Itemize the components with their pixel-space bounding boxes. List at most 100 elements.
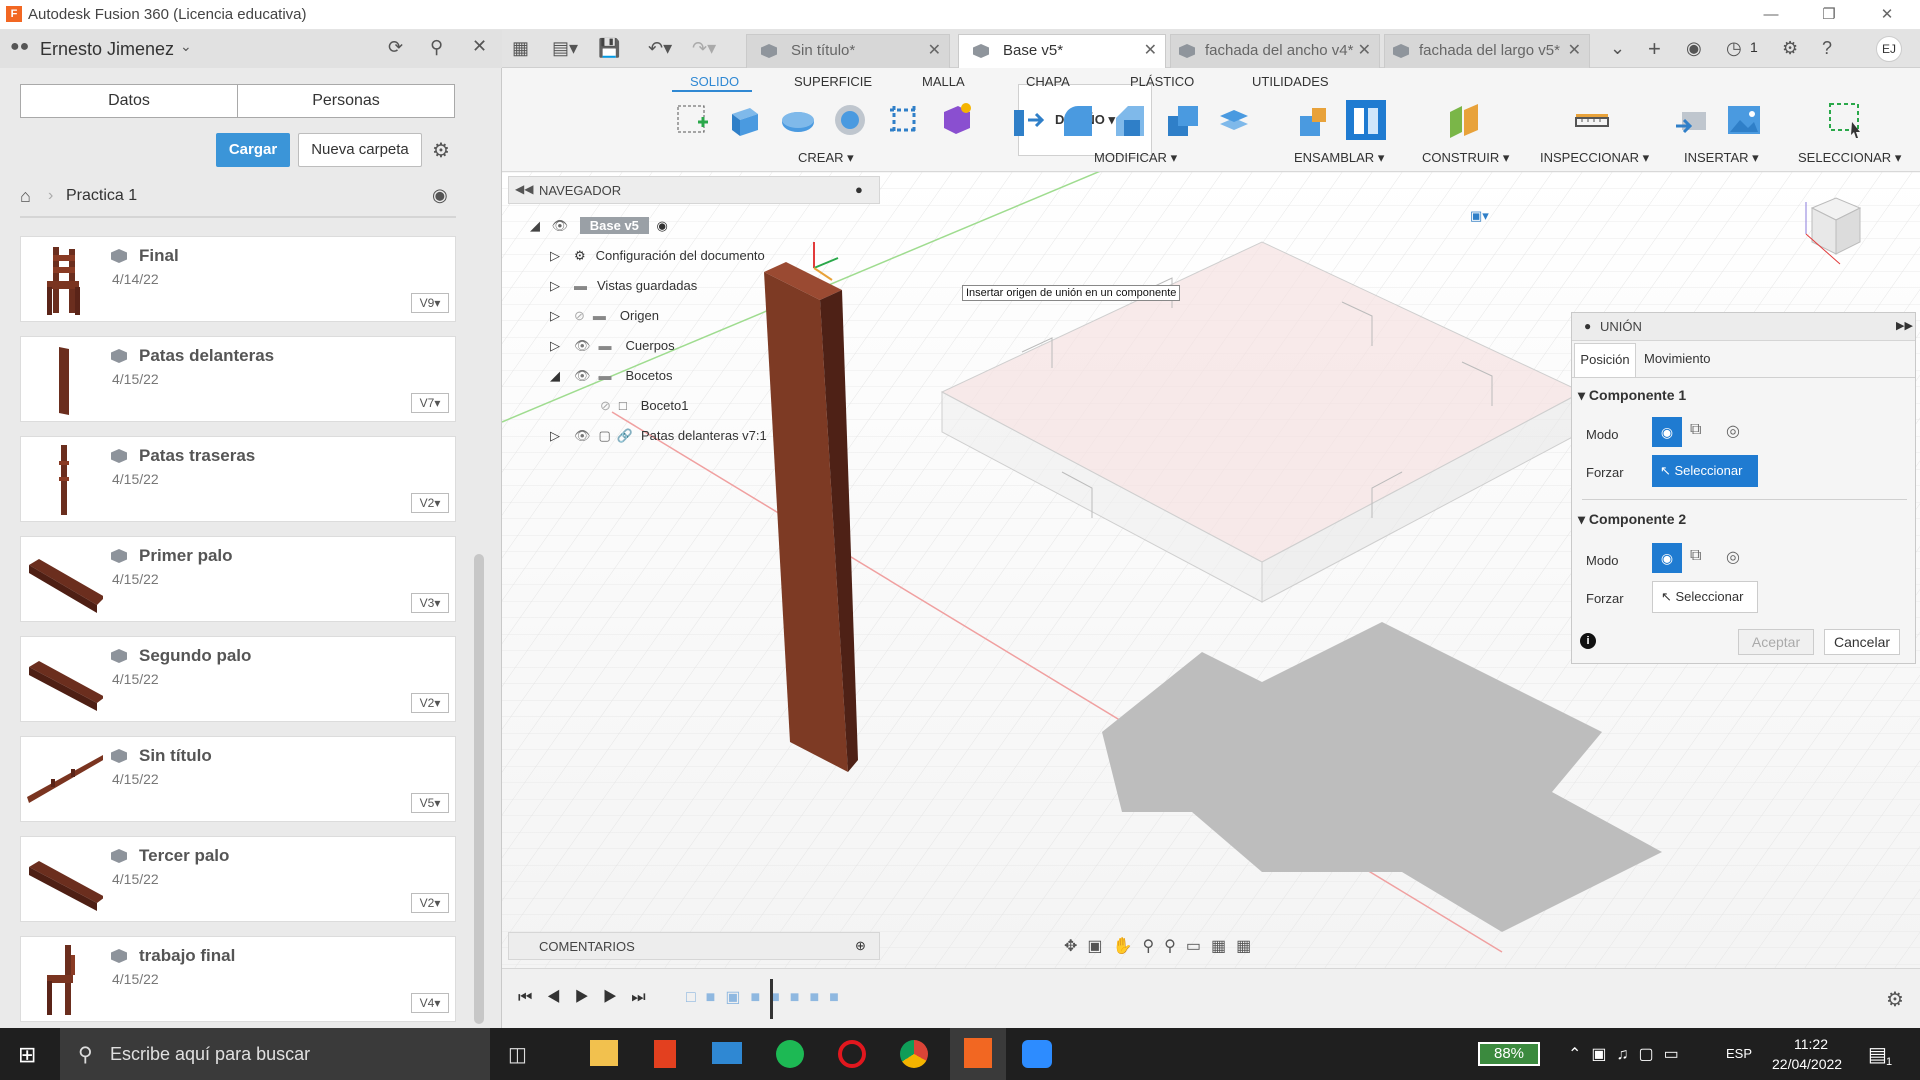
navigator-options-icon[interactable]: ● [855,182,863,197]
file-card-sin-titulo[interactable]: Sin título 4/15/22 V5▾ [20,736,456,822]
tab-posicion[interactable]: Posición [1574,343,1636,377]
group-ensamblar[interactable]: ENSAMBLAR ▾ [1294,150,1384,166]
mode-between-icon[interactable]: ⧉ [1690,421,1701,439]
tab-plastico[interactable]: PLÁSTICO [1130,74,1194,89]
group-inspeccionar[interactable]: INSPECCIONAR ▾ [1540,150,1649,166]
zoom-app-icon[interactable] [1022,1040,1052,1068]
tab-utilidades[interactable]: UTILIDADES [1252,74,1329,89]
fillet-icon[interactable] [1058,100,1098,140]
viewports-icon[interactable]: ▦ [1236,938,1261,955]
mail-icon[interactable] [712,1042,742,1064]
version-dropdown[interactable]: V7▾ [411,393,449,413]
navigator-panel-header[interactable]: ◀◀ NAVEGADOR ● [508,176,880,204]
upload-button[interactable]: Cargar [216,133,290,167]
close-window-button[interactable]: ✕ [1858,0,1916,30]
eye-icon[interactable]: 👁 [574,368,591,383]
chamfer-icon[interactable] [1110,100,1150,140]
chrome-icon[interactable] [900,1040,928,1068]
group-modificar[interactable]: MODIFICAR ▾ [1094,150,1177,166]
look-at-icon[interactable]: ▣ [1087,938,1112,955]
tree-item-vistas[interactable]: ▷ ▬ Vistas guardadas [550,272,697,300]
group-construir[interactable]: CONSTRUIR ▾ [1422,150,1509,166]
tab-overflow-icon[interactable]: ⌄ [1610,38,1625,59]
cancel-button[interactable]: Cancelar [1824,629,1900,655]
bell-icon[interactable]: ⚙ [1782,38,1798,59]
eye-hidden-icon[interactable]: ⊘ [600,398,611,413]
tab-chapa[interactable]: CHAPA [1026,74,1070,89]
joint-icon[interactable] [1346,100,1386,140]
version-dropdown[interactable]: V9▾ [411,293,449,313]
tab-fachada-del-largo[interactable]: fachada del largo v5* ✕ [1384,34,1590,68]
expand-arrow-icon[interactable]: ▷ [550,308,560,323]
battery-indicator[interactable]: 88% [1478,1042,1540,1066]
file-explorer-icon[interactable] [590,1040,618,1066]
home-icon[interactable]: ⌂ [20,186,31,207]
file-card-patas-traseras[interactable]: Patas traseras 4/15/22 V2▾ [20,436,456,522]
version-dropdown[interactable]: V5▾ [411,793,449,813]
timeline-settings-icon[interactable]: ⚙ [1886,987,1904,1012]
tree-item-boceto1[interactable]: ⊘ □ Boceto1 [600,392,688,420]
extrude-icon[interactable] [724,100,764,140]
group-insertar[interactable]: INSERTAR ▾ [1684,150,1759,166]
task-view-icon[interactable]: ◫ [508,1042,527,1067]
section-componente-1[interactable]: ▾ Componente 1 [1578,387,1686,404]
version-dropdown[interactable]: V4▾ [411,993,449,1013]
eye-icon[interactable]: 👁 [574,338,591,353]
breadcrumb[interactable]: Practica 1 [66,187,137,205]
version-dropdown[interactable]: V2▾ [411,693,449,713]
redo-icon[interactable]: ↷▾ [692,38,716,59]
next-icon[interactable]: ▶ [603,989,631,1006]
version-dropdown[interactable]: V3▾ [411,593,449,613]
section-componente-2[interactable]: ▾ Componente 2 [1578,511,1686,528]
timeline-marker[interactable] [770,979,773,1019]
navigator-root[interactable]: ◢ 👁 Base v5 ◉ [530,212,730,240]
file-card-segundo-palo[interactable]: Segundo palo 4/15/22 V2▾ [20,636,456,722]
expand-arrow-icon[interactable]: ▷ [550,338,560,353]
avatar[interactable]: EJ [1876,36,1902,62]
collapse-icon[interactable]: ◀◀ [515,182,533,196]
zoom-icon[interactable]: ⚲ [1142,938,1164,955]
eye-icon[interactable]: 👁 [574,428,591,443]
display-mode-icon[interactable]: ▭ [1186,938,1211,955]
comments-panel-header[interactable]: COMENTARIOS ⊕ [508,932,880,960]
tab-malla[interactable]: MALLA [922,74,965,89]
user-name[interactable]: Ernesto Jimenez [40,39,174,60]
gear-icon[interactable]: ⚙ [432,138,450,163]
last-icon[interactable]: ⏭ [631,989,659,1006]
close-panel-icon[interactable]: ✕ [472,36,487,57]
group-crear[interactable]: CREAR ▾ [798,150,854,166]
minimize-button[interactable]: — [1742,0,1800,30]
tab-fachada-del-ancho[interactable]: fachada del ancho v4* ✕ [1170,34,1380,68]
tree-item-origen[interactable]: ▷ ⊘ ▬ Origen [550,302,659,330]
notification-center-icon[interactable]: ▤ [1868,1042,1887,1067]
tab-superficie[interactable]: SUPERFICIE [794,74,872,89]
pan-icon[interactable]: ✋ [1113,938,1143,955]
info-icon[interactable]: i [1580,633,1596,649]
add-comment-icon[interactable]: ⊕ [855,938,866,954]
fit-icon[interactable]: ⚲ [1164,938,1186,955]
tree-item-configuracion[interactable]: ▷ ⚙ Configuración del documento [550,242,765,270]
orbit-icon[interactable]: ✥ [1064,938,1087,955]
job-status-icon[interactable]: ◷ [1726,38,1742,59]
office-icon[interactable] [654,1040,676,1068]
timeline-features[interactable]: □■▣■■■■■ [686,987,946,1013]
sweep-icon[interactable] [830,100,870,140]
offset-plane-icon[interactable] [1444,100,1484,140]
clock-time[interactable]: 11:22 [1794,1036,1828,1052]
team-icon[interactable]: ●● [10,38,29,56]
select-component-1-button[interactable]: ↖ Seleccionar [1652,455,1758,487]
group-seleccionar[interactable]: SELECCIONAR ▾ [1798,150,1901,166]
expand-dialog-icon[interactable]: ▶▶ [1896,319,1913,332]
fusion-taskbar-item[interactable] [950,1028,1006,1080]
mode-simple-icon[interactable]: ◉ [1652,543,1682,573]
loft-icon[interactable] [884,100,924,140]
clock-date[interactable]: 22/04/2022 [1772,1056,1842,1072]
root-component-label[interactable]: Base v5 [579,217,649,234]
globe-icon[interactable]: ◉ [432,185,448,206]
search-icon[interactable]: ⚲ [430,37,443,58]
previous-icon[interactable]: ◀ [546,989,574,1006]
tab-datos[interactable]: Datos [20,84,238,118]
mode-simple-icon[interactable]: ◉ [1652,417,1682,447]
file-card-trabajo-final[interactable]: trabajo final 4/15/22 V4▾ [20,936,456,1022]
system-tray-icons[interactable]: ⌃▣♫▢▭ [1568,1044,1689,1064]
